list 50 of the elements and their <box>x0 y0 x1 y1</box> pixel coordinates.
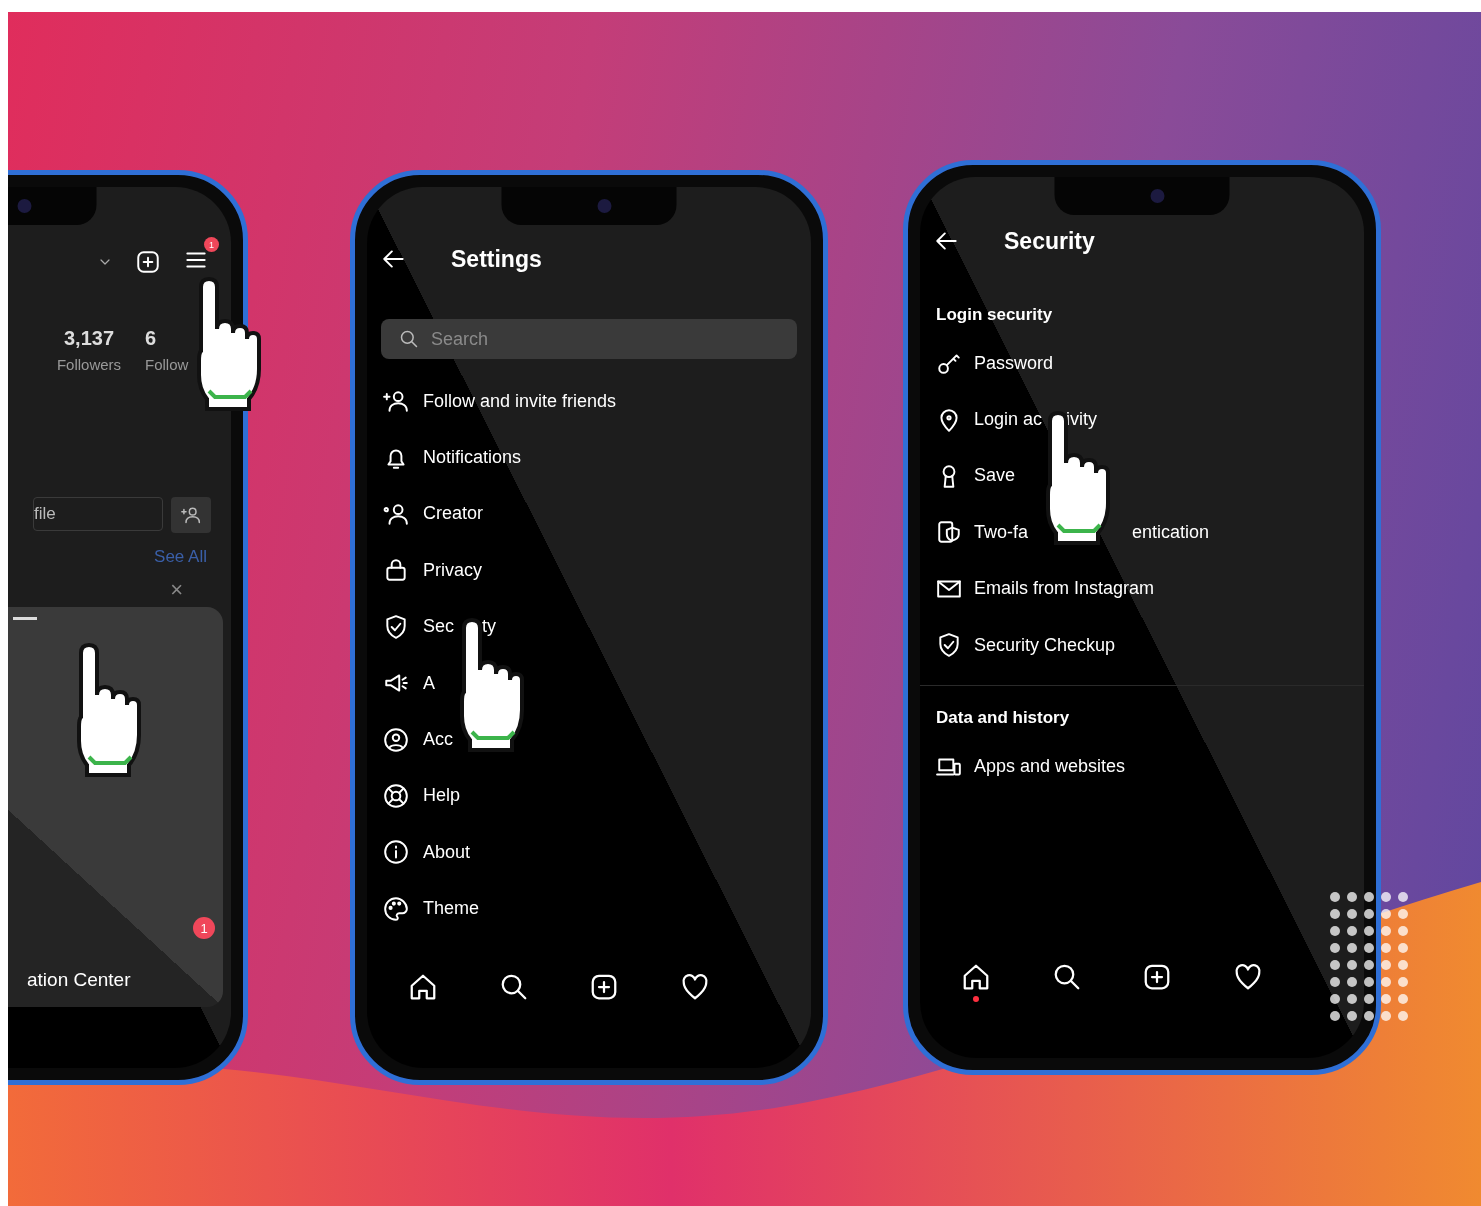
palette-icon <box>383 895 409 922</box>
heart-icon[interactable] <box>679 972 710 1002</box>
settings-item[interactable]: Security Checkup <box>974 634 1116 656</box>
screen-title: Security <box>1004 227 1095 255</box>
person-circle-icon <box>383 726 409 753</box>
screen-title: Settings <box>451 245 542 273</box>
stat-count: 6 <box>145 327 157 350</box>
section-heading: Data and history <box>936 708 1071 729</box>
input-field[interactable]: file <box>33 497 163 531</box>
stat-label: Followers <box>56 356 122 373</box>
search-placeholder: Search <box>431 328 489 350</box>
tab-indicator <box>13 617 37 620</box>
settings-item[interactable]: A <box>423 672 435 694</box>
lifebuoy-icon <box>383 782 409 809</box>
stat-count: 3,137 <box>63 327 115 350</box>
panel-title: ation Center <box>27 969 131 991</box>
shield-phone-icon <box>936 519 962 546</box>
person-plus-icon <box>181 505 201 525</box>
settings-item[interactable]: Emails from Instagram <box>974 578 1155 600</box>
heart-icon[interactable] <box>1232 962 1263 992</box>
settings-item[interactable]: ivity <box>1066 409 1098 431</box>
settings-item[interactable]: ty <box>482 616 497 638</box>
settings-item[interactable]: Two-fa <box>974 521 1029 543</box>
notification-badge: 1 <box>193 917 215 939</box>
settings-item[interactable]: Save <box>974 465 1016 487</box>
settings-item[interactable]: Acc <box>423 729 453 751</box>
settings-item[interactable]: Password <box>974 352 1054 374</box>
settings-item[interactable]: Creator <box>423 503 484 525</box>
close-button[interactable]: × <box>170 579 183 601</box>
info-icon <box>383 839 409 866</box>
stat-label: Follow <box>145 356 189 373</box>
shield-check-icon <box>936 632 962 659</box>
search-icon <box>399 329 419 349</box>
add-person-button[interactable] <box>171 497 211 533</box>
settings-item[interactable]: Theme <box>423 898 480 920</box>
shield-check-icon <box>383 613 409 640</box>
settings-item[interactable]: Privacy <box>423 559 482 581</box>
lock-icon <box>383 557 409 584</box>
settings-item[interactable]: Sec <box>423 616 455 638</box>
settings-item[interactable]: entication <box>1132 521 1210 543</box>
person-plus-icon <box>383 388 409 415</box>
settings-item[interactable]: Notifications <box>423 447 522 469</box>
settings-item[interactable]: Help <box>423 785 461 807</box>
notification-badge: 1 <box>204 237 219 252</box>
settings-item[interactable]: Login ac <box>974 409 1043 431</box>
settings-item[interactable]: Follow and invite friends <box>423 390 617 412</box>
plus-square-icon[interactable] <box>135 249 161 275</box>
section-heading: Login security <box>936 305 1054 325</box>
settings-item[interactable]: About <box>423 841 471 863</box>
settings-item[interactable]: Apps and websites <box>974 756 1126 778</box>
